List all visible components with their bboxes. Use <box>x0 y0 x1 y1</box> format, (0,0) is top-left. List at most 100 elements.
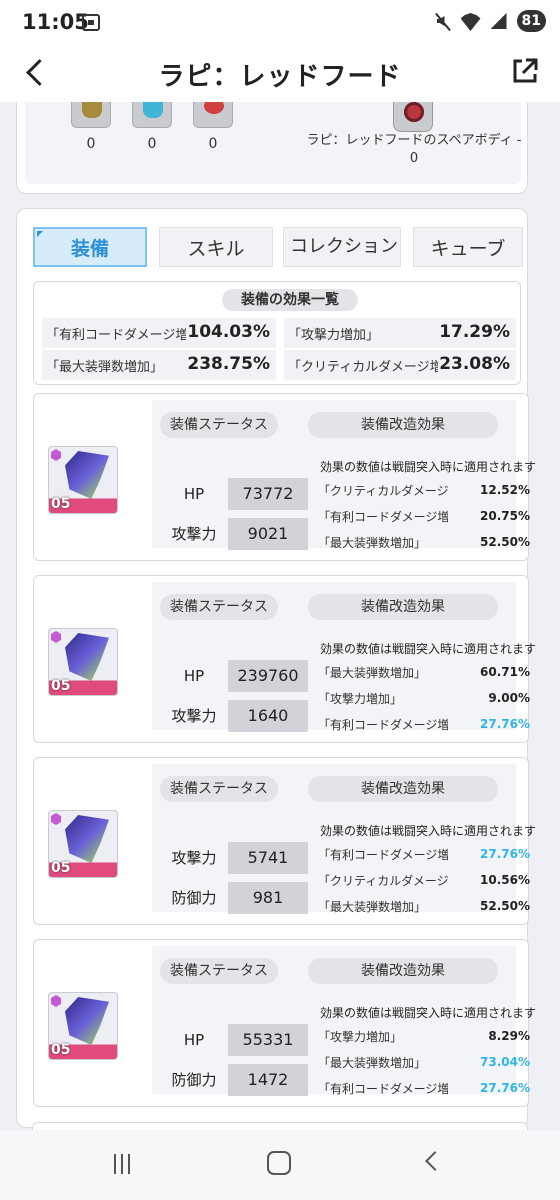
mod-value: 27.76% <box>480 1081 530 1095</box>
stat-row: HP 55331 <box>162 1024 308 1056</box>
mod-value: 27.76% <box>480 847 530 861</box>
material-count: 0 <box>86 136 96 152</box>
mod-label: 「クリティカルダメージ増加」 <box>318 874 448 888</box>
status-time: 11:05 <box>22 10 89 34</box>
equipment-item: 05 装備ステータス 装備改造効果 HP 239760 攻撃力 1640 効果の… <box>33 575 536 743</box>
mod-header: 効果の数値は戦闘突入時に適用されます <box>320 1006 537 1020</box>
mod-header: 効果の数値は戦闘突入時に適用されます <box>320 460 537 474</box>
stat-value: 55331 <box>228 1024 308 1056</box>
equipment-card: 装備 スキル コレクション キューブ 装備の効果一覧 「有利コードダメージ増加 … <box>16 208 536 1128</box>
mod-label: 「最大装弾数増加」 <box>318 1056 427 1070</box>
stat-value: 5741 <box>228 842 308 874</box>
screenshot-icon <box>82 14 100 31</box>
material-chip-icon <box>132 102 172 128</box>
app-header: ラピ：レッドフード <box>0 44 560 102</box>
mod-header: 効果の数値は戦闘突入時に適用されます <box>320 824 537 838</box>
effect-value: 23.08% <box>439 354 510 374</box>
equipment-item: 05 装備ステータス 装備改造効果 HP 55331 防御力 1472 効果の数… <box>33 939 536 1107</box>
mod-row: 「有利コードダメージ増加」 27.76% <box>318 844 530 866</box>
equipment-icon[interactable]: 05 <box>48 446 118 514</box>
status-icons: 81 <box>433 10 546 32</box>
mod-value: 9.00% <box>488 691 530 705</box>
equipment-effect-summary: 装備の効果一覧 「有利コードダメージ増加 104.03% 「攻撃力増加」 17.… <box>33 281 521 385</box>
status-title: 装備ステータス <box>160 958 278 984</box>
mod-label: 「攻撃力増加」 <box>318 692 403 706</box>
equipment-level: 05 <box>51 1042 71 1058</box>
system-nav-bar <box>0 1130 560 1200</box>
mod-label: 「クリティカルダメージ増加」 <box>318 484 448 498</box>
equipment-level: 05 <box>51 496 71 512</box>
material-count: 0 <box>147 136 157 152</box>
effect-label: 「有利コードダメージ増加 <box>46 328 186 343</box>
mod-label: 「最大装弾数増加」 <box>318 900 427 914</box>
rarity-gem-icon <box>51 449 61 461</box>
stat-name: HP <box>183 485 205 503</box>
armor-icon <box>65 997 109 1045</box>
equipment-icon[interactable]: 05 <box>48 810 118 878</box>
mod-row: 「最大装弾数増加」 60.71% <box>318 662 530 684</box>
rarity-gem-icon <box>51 813 61 825</box>
mod-value: 73.04% <box>480 1055 530 1069</box>
equipment-icon[interactable]: 05 <box>48 628 118 696</box>
recent-apps-icon[interactable] <box>112 1154 134 1174</box>
mod-value: 12.52% <box>480 483 530 497</box>
spare-body-icon[interactable] <box>393 102 433 132</box>
mod-value: 52.50% <box>480 535 530 549</box>
battery-badge: 81 <box>516 10 546 32</box>
stat-name: 攻撃力 <box>171 849 217 867</box>
stat-value: 1472 <box>228 1064 308 1096</box>
armor-icon <box>65 451 109 499</box>
equipment-level: 05 <box>51 678 71 694</box>
tab-collection[interactable]: コレクション <box>283 227 401 267</box>
material-count: 0 <box>208 136 218 152</box>
tab-skill[interactable]: スキル <box>159 227 273 267</box>
materials-panel: 0 0 0 ラピ：レッドフードのスペアボディ - 0 <box>25 102 522 184</box>
stat-row: 防御力 981 <box>162 882 308 914</box>
back-nav-icon[interactable] <box>425 1151 445 1171</box>
stat-value: 73772 <box>228 478 308 510</box>
material-chip-icon <box>71 102 111 128</box>
mod-row: 「有利コードダメージ増加」 27.76% <box>318 714 530 736</box>
material-item[interactable]: 0 <box>69 102 113 152</box>
mod-value: 60.71% <box>480 665 530 679</box>
tab-cube[interactable]: キューブ <box>413 227 523 267</box>
mod-label: 「最大装弾数増加」 <box>318 666 427 680</box>
mod-row: 「最大装弾数増加」 73.04% <box>318 1052 530 1074</box>
effect-label: 「攻撃力増加」 <box>288 328 380 343</box>
material-item[interactable]: 0 <box>191 102 235 152</box>
mod-header: 効果の数値は戦闘突入時に適用されます <box>320 642 537 656</box>
armor-icon <box>65 633 109 681</box>
mod-value: 8.29% <box>488 1029 530 1043</box>
summary-effect: 「クリティカルダメージ増 23.08% <box>284 350 516 380</box>
mod-label: 「有利コードダメージ増加」 <box>318 848 448 862</box>
mod-label: 「有利コードダメージ増加」 <box>318 510 448 524</box>
page-title: ラピ：レッドフード <box>158 62 402 92</box>
mod-row: 「攻撃力増加」 8.29% <box>318 1026 530 1048</box>
stat-name: 攻撃力 <box>171 525 217 543</box>
mod-row: 「有利コードダメージ増加」 27.76% <box>318 1078 530 1100</box>
equipment-level: 05 <box>51 860 71 876</box>
status-bar: 11:05 81 <box>0 0 560 44</box>
home-icon[interactable] <box>267 1151 291 1175</box>
mod-label: 「攻撃力増加」 <box>318 1030 403 1044</box>
summary-effect: 「攻撃力増加」 17.29% <box>284 318 516 348</box>
equipment-icon[interactable]: 05 <box>48 992 118 1060</box>
mod-value: 52.50% <box>480 899 530 913</box>
mod-row: 「クリティカルダメージ増加」 10.56% <box>318 870 530 892</box>
stat-row: 攻撃力 1640 <box>162 700 308 732</box>
stat-row: 攻撃力 9021 <box>162 518 308 550</box>
mod-row: 「攻撃力増加」 9.00% <box>318 688 530 710</box>
mod-label: 「有利コードダメージ増加」 <box>318 1082 448 1096</box>
equipment-item: 05 装備ステータス 装備改造効果 HP 73772 攻撃力 9021 効果の数… <box>33 393 536 561</box>
stat-value: 1640 <box>228 700 308 732</box>
material-item[interactable]: 0 <box>130 102 174 152</box>
mod-value: 20.75% <box>480 509 530 523</box>
stat-value: 9021 <box>228 518 308 550</box>
wifi-icon <box>461 11 481 31</box>
stat-name: 防御力 <box>171 889 217 907</box>
mod-row: 「最大装弾数増加」 52.50% <box>318 896 530 918</box>
summary-effect: 「有利コードダメージ増加 104.03% <box>42 318 276 348</box>
share-icon[interactable] <box>510 56 540 86</box>
tab-equipment[interactable]: 装備 <box>33 227 147 267</box>
mod-row: 「有利コードダメージ増加」 20.75% <box>318 506 530 528</box>
